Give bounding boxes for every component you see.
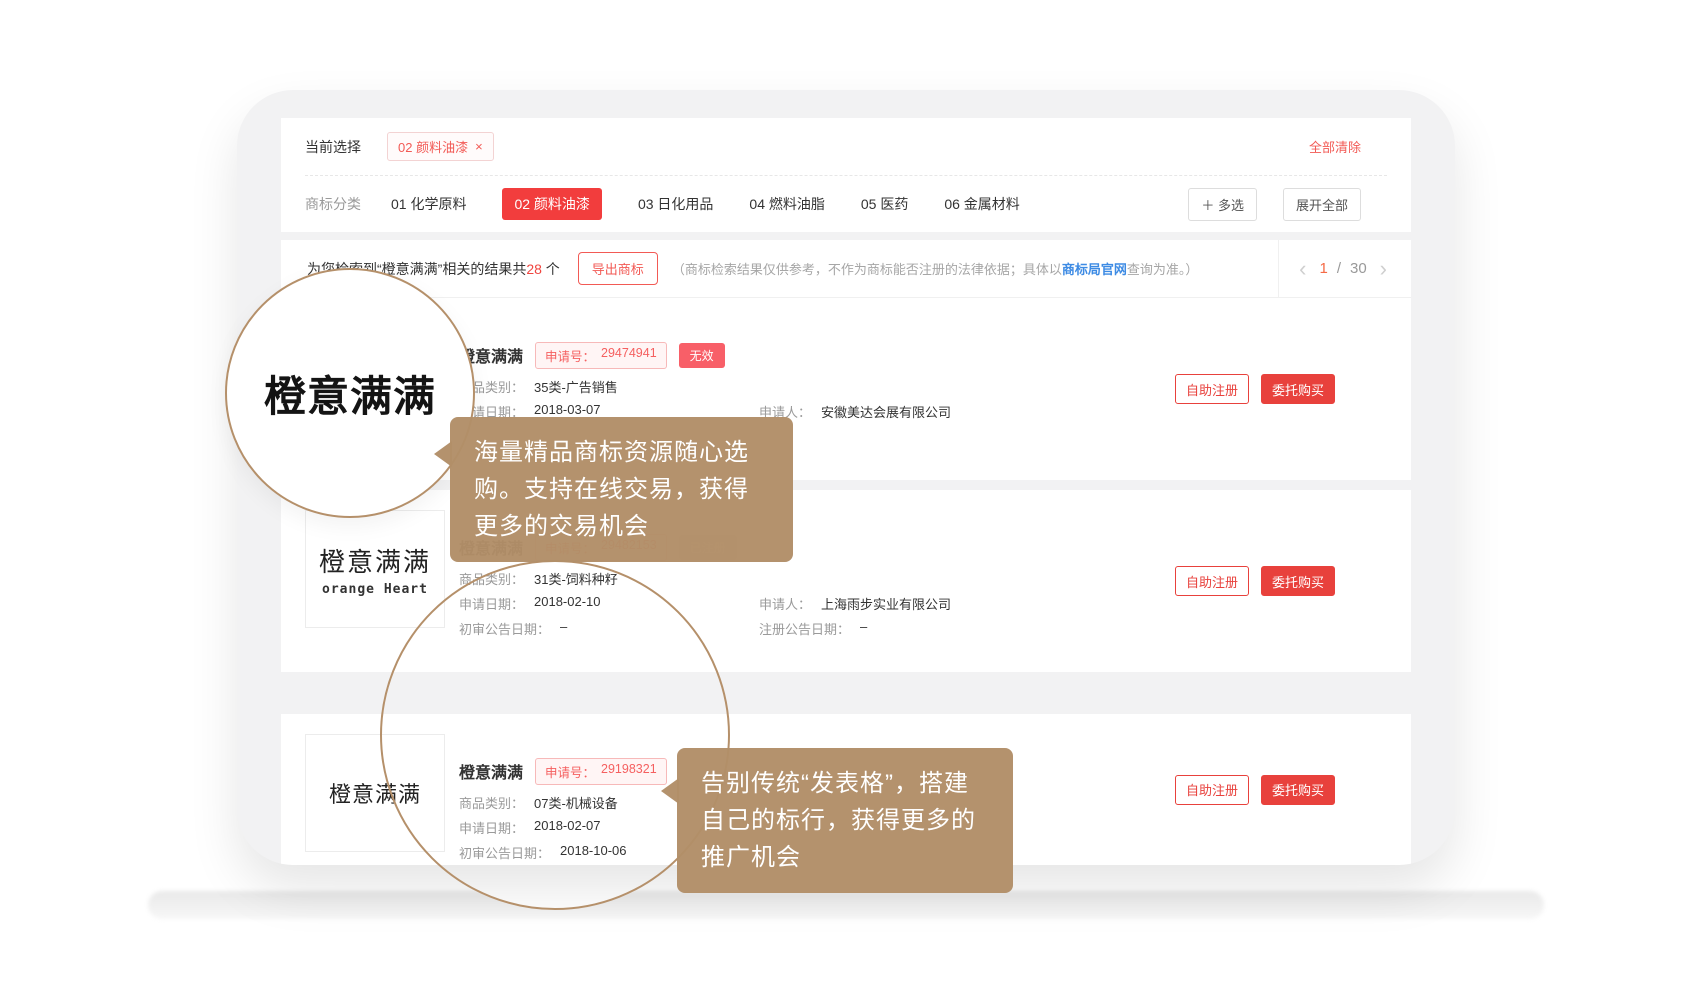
row-actions: 自助注册 委托购买	[1175, 374, 1335, 404]
category-value: 35类-广告销售	[534, 377, 618, 396]
entrust-buy-button[interactable]: 委托购买	[1261, 775, 1335, 805]
trademark-image-subtext: orange Heart	[322, 582, 428, 597]
trademark-office-link[interactable]: 商标局官网	[1062, 262, 1127, 277]
category-item-02-selected[interactable]: 02 颜料油漆	[502, 188, 601, 220]
selected-filter-tag[interactable]: 02 颜料油漆 ×	[387, 132, 494, 161]
close-icon[interactable]: ×	[475, 139, 483, 154]
category-bar-label: 商标分类	[305, 194, 361, 214]
callout-bubble-marketplace: 海量精品商标资源随心选购。支持在线交易，获得更多的交易机会	[450, 417, 793, 562]
disclaimer-text: （商标检索结果仅供参考，不作为商标能否注册的法律依据；具体以商标局官网查询为准。…	[672, 259, 1278, 278]
reg-pub-value: –	[860, 619, 867, 638]
trademark-image[interactable]: 橙意满满 orange Heart	[305, 510, 445, 628]
application-number-value: 29474941	[601, 346, 657, 365]
clear-all-button[interactable]: 全部清除	[1309, 137, 1361, 156]
row-actions: 自助注册 委托购买	[1175, 566, 1335, 596]
applicant-value: 安徽美达会展有限公司	[821, 402, 951, 421]
applicant-label: 申请人：	[759, 594, 811, 613]
export-trademarks-button[interactable]: 导出商标	[578, 252, 658, 285]
pagination-total-pages: 30	[1350, 260, 1367, 277]
application-number-label: 申请号：	[545, 346, 595, 365]
disclaimer-prefix: （商标检索结果仅供参考，不作为商标能否注册的法律依据；具体以	[672, 262, 1062, 277]
category-item-05[interactable]: 05 医药	[861, 194, 908, 214]
page: 当前选择 02 颜料油漆 × 全部清除 商标分类 01 化学原料 02 颜料油漆 …	[0, 0, 1696, 1002]
reg-pub-label: 注册公告日期：	[759, 619, 850, 638]
filter-tag-label: 02 颜料油漆	[398, 137, 468, 156]
filter-card: 当前选择 02 颜料油漆 × 全部清除 商标分类 01 化学原料 02 颜料油漆 …	[281, 118, 1411, 232]
expand-all-button[interactable]: 展开全部	[1283, 188, 1361, 221]
chevron-left-icon[interactable]: ‹	[1295, 258, 1310, 280]
results-summary-suffix: 个	[542, 261, 560, 277]
disclaimer-suffix: 查询为准。）	[1127, 262, 1199, 277]
results-header: 为您检索到“橙意满满”相关的结果共28 个 导出商标 （商标检索结果仅供参考，不…	[281, 240, 1411, 298]
row-actions: 自助注册 委托购买	[1175, 775, 1335, 805]
results-count: 28	[526, 261, 542, 277]
category-item-06[interactable]: 06 金属材料	[944, 194, 1019, 214]
self-register-button[interactable]: 自助注册	[1175, 374, 1249, 404]
pagination-separator: /	[1337, 260, 1341, 277]
multi-select-button[interactable]: ＋ 多选	[1188, 188, 1257, 221]
magnifier-circle-1: 橙意满满	[225, 268, 475, 518]
laptop-base	[148, 891, 1544, 919]
category-row: 商标分类 01 化学原料 02 颜料油漆 03 日化用品 04 燃料油脂 05 …	[305, 176, 1387, 232]
applicant-value: 上海雨步实业有限公司	[821, 594, 951, 613]
trademark-title-line: 橙意满满 申请号：29474941 无效	[459, 342, 1331, 368]
callout-text: 告别传统“发表格”，搭建自己的标行，获得更多的推广机会	[701, 770, 976, 871]
magnified-trademark-text: 橙意满满	[264, 363, 436, 424]
trademark-image-text: 橙意满满	[319, 542, 431, 579]
callout-text: 海量精品商标资源随心选购。支持在线交易，获得更多的交易机会	[474, 439, 749, 540]
application-number-badge: 申请号： 29474941	[535, 342, 667, 369]
entrust-buy-button[interactable]: 委托购买	[1261, 566, 1335, 596]
category-item-01[interactable]: 01 化学原料	[391, 194, 466, 214]
entrust-buy-button[interactable]: 委托购买	[1261, 374, 1335, 404]
pagination-current-page: 1	[1319, 260, 1327, 277]
self-register-button[interactable]: 自助注册	[1175, 775, 1249, 805]
category-item-03[interactable]: 03 日化用品	[638, 194, 713, 214]
current-selection-row: 当前选择 02 颜料油漆 × 全部清除	[305, 118, 1387, 175]
pagination: ‹ 1 / 30 ›	[1278, 240, 1411, 297]
status-badge: 无效	[679, 343, 725, 368]
self-register-button[interactable]: 自助注册	[1175, 566, 1249, 596]
chevron-right-icon[interactable]: ›	[1376, 258, 1391, 280]
category-item-04[interactable]: 04 燃料油脂	[749, 194, 824, 214]
current-selection-label: 当前选择	[305, 137, 361, 157]
callout-bubble-promotion: 告别传统“发表格”，搭建自己的标行，获得更多的推广机会	[677, 748, 1013, 893]
